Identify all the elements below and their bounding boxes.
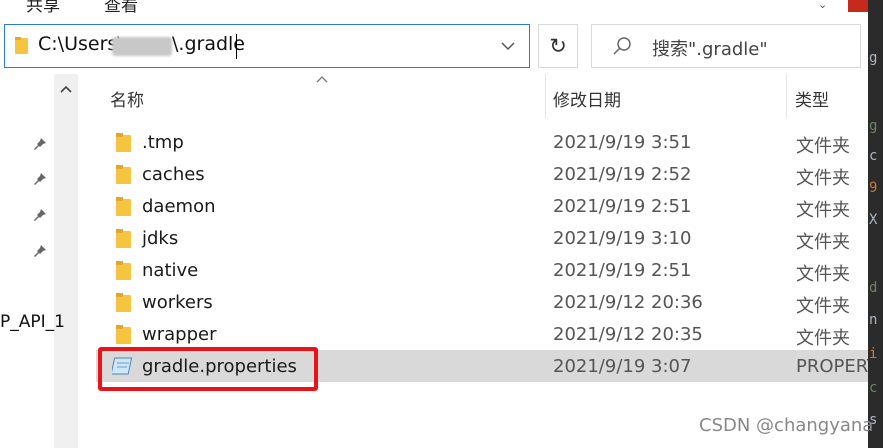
pin-icon[interactable] xyxy=(32,243,48,259)
file-name: native xyxy=(142,260,199,281)
folder-icon xyxy=(116,229,131,248)
column-header-date[interactable]: 修改日期 xyxy=(553,86,621,111)
file-type: 文件夹 xyxy=(796,328,850,349)
nav-item-label[interactable]: P_API_1 xyxy=(0,312,65,332)
sort-ascending-icon xyxy=(316,76,328,83)
file-type: PROPERT xyxy=(796,356,878,377)
file-date: 2021/9/19 2:51 xyxy=(553,196,692,217)
pin-icon[interactable] xyxy=(32,171,48,187)
file-name: daemon xyxy=(142,196,216,217)
file-name: jdks xyxy=(142,228,179,249)
list-item[interactable]: wrapper 2021/9/12 20:35 文件夹 xyxy=(96,318,883,350)
list-item[interactable]: native 2021/9/19 2:51 文件夹 xyxy=(96,254,883,286)
file-name: wrapper xyxy=(142,324,217,345)
folder-icon xyxy=(116,165,131,184)
folder-icon xyxy=(15,37,28,54)
column-divider[interactable] xyxy=(545,74,546,118)
search-icon xyxy=(613,37,631,55)
file-name: caches xyxy=(142,164,205,185)
scroll-up-icon[interactable] xyxy=(58,82,74,96)
pin-icon[interactable] xyxy=(32,207,48,223)
file-type: 文件夹 xyxy=(796,264,850,285)
ribbon-tab-share[interactable]: 共享 xyxy=(26,0,60,16)
refresh-icon: ↻ xyxy=(549,34,567,58)
file-type: 文件夹 xyxy=(796,168,850,189)
folder-icon xyxy=(116,133,131,152)
file-name: .tmp xyxy=(142,132,184,153)
folder-icon xyxy=(116,293,131,312)
folder-icon xyxy=(116,197,131,216)
list-item[interactable]: .tmp 2021/9/19 3:51 文件夹 xyxy=(96,126,883,158)
pin-icon[interactable] xyxy=(32,136,48,152)
ribbon-tab-view[interactable]: 查看 xyxy=(104,0,138,16)
list-item[interactable]: caches 2021/9/19 2:52 文件夹 xyxy=(96,158,883,190)
file-type: 文件夹 xyxy=(796,136,850,157)
file-date: 2021/9/12 20:36 xyxy=(553,292,703,313)
folder-icon xyxy=(116,261,131,280)
file-date: 2021/9/19 2:52 xyxy=(553,164,692,185)
column-header-type[interactable]: 类型 xyxy=(795,86,829,111)
column-header-name[interactable]: 名称 xyxy=(110,86,144,111)
annotation-highlight-box xyxy=(98,347,318,391)
list-item[interactable]: daemon 2021/9/19 2:51 文件夹 xyxy=(96,190,883,222)
file-date: 2021/9/12 20:35 xyxy=(553,324,703,345)
ribbon-tabs: 共享 查看 xyxy=(0,0,868,18)
list-item[interactable]: jdks 2021/9/19 3:10 文件夹 xyxy=(96,222,883,254)
file-type: 文件夹 xyxy=(796,200,850,221)
chevron-down-icon[interactable] xyxy=(498,36,518,56)
file-name: workers xyxy=(142,292,213,313)
window-close-button[interactable] xyxy=(848,0,868,12)
file-date: 2021/9/19 3:10 xyxy=(553,228,692,249)
folder-icon xyxy=(116,325,131,344)
file-type: 文件夹 xyxy=(796,232,850,253)
file-date: 2021/9/19 2:51 xyxy=(553,260,692,281)
nav-scrollbar[interactable] xyxy=(54,74,78,448)
column-divider[interactable] xyxy=(786,74,787,118)
watermark: CSDN @changyana xyxy=(699,415,874,436)
file-date: 2021/9/19 3:07 xyxy=(553,356,692,377)
file-date: 2021/9/19 3:51 xyxy=(553,132,692,153)
list-item[interactable]: workers 2021/9/12 20:36 文件夹 xyxy=(96,286,883,318)
background-code-editor: g g c 9 X d n i c s xyxy=(868,0,883,448)
file-type: 文件夹 xyxy=(796,296,850,317)
address-path-suffix: \.gradle xyxy=(172,33,245,55)
ribbon-expand-icon[interactable]: ⌄ xyxy=(818,0,827,11)
search-placeholder: 搜索".gradle" xyxy=(652,39,768,60)
redacted-username xyxy=(112,37,172,56)
text-caret xyxy=(236,34,237,59)
address-path-prefix: C:\Users\ xyxy=(38,33,124,55)
